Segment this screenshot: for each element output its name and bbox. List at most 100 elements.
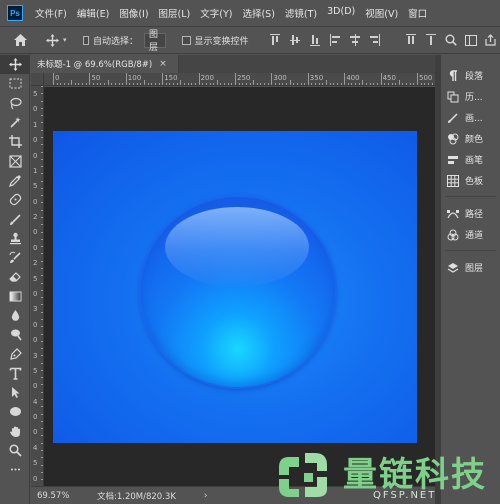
menu-layer[interactable]: 图层(L) (159, 6, 191, 20)
brush-tool[interactable] (0, 209, 30, 228)
lasso-tool[interactable] (0, 94, 30, 113)
ruler-label: 400 (346, 74, 360, 82)
show-transform-option[interactable]: 显示变换控件 (181, 34, 249, 47)
ruler-label: 350 (309, 74, 324, 82)
vertical-ruler[interactable]: 5 0 1 0 0 1 5 0 2 0 0 2 5 0 3 0 0 3 5 0 4 0 0 4 5 0 (31, 86, 44, 486)
paragraph-icon (446, 69, 459, 82)
blur-tool[interactable] (0, 306, 30, 325)
show-transform-label: 显示变换控件 (194, 36, 249, 47)
align-top-icon[interactable] (269, 34, 280, 46)
hand-tool[interactable] (0, 422, 30, 441)
healing-brush-tool[interactable] (0, 190, 30, 209)
shape-tool[interactable] (0, 402, 30, 421)
eyedropper-tool[interactable] (0, 171, 30, 190)
photoshop-logo[interactable]: Ps (7, 5, 23, 21)
align-right-icon[interactable] (369, 34, 380, 46)
panel-history[interactable]: 历... (441, 86, 500, 107)
document-info: 文档:1.20M/820.3K (97, 491, 176, 502)
menu-file[interactable]: 文件(F) (35, 6, 67, 20)
auto-select-option[interactable]: 自动选择： 图层 (82, 30, 166, 53)
ruler-minor-tick (165, 83, 167, 85)
align-left-icon[interactable] (329, 34, 340, 46)
panel-swatches[interactable]: 色板 (441, 170, 500, 191)
ruler-label: 1 (33, 166, 38, 175)
marquee-icon (9, 78, 21, 89)
align-hcenter-icon[interactable] (349, 34, 360, 46)
menu-image[interactable]: 图像(I) (119, 6, 148, 20)
search-icon[interactable] (444, 33, 458, 47)
quick-select-tool[interactable] (0, 113, 30, 132)
ruler-label: 5 (33, 459, 38, 468)
clone-stamp-tool[interactable] (0, 229, 30, 248)
menu-view[interactable]: 视图(V) (365, 6, 398, 20)
ruler-minor-tick (409, 83, 411, 85)
ruler-minor-tick (93, 83, 95, 85)
panel-paragraph[interactable]: 段落 (441, 65, 500, 86)
menu-3d[interactable]: 3D(D) (327, 6, 355, 20)
menu-window[interactable]: 窗口 (408, 6, 427, 20)
panel-color[interactable]: 颜色 (441, 128, 500, 149)
dodge-tool[interactable] (0, 325, 30, 344)
type-tool[interactable] (0, 364, 30, 383)
close-icon[interactable]: × (159, 59, 167, 69)
move-tool-preset[interactable]: ▾ (43, 32, 67, 48)
ruler-minor-tick (245, 83, 247, 85)
ruler-minor-tick (256, 83, 258, 85)
ruler-minor-tick (260, 83, 262, 85)
menu-filter[interactable]: 滤镜(T) (285, 6, 317, 20)
path-selection-tool[interactable] (0, 383, 30, 402)
ruler-minor-tick (366, 83, 368, 85)
auto-select-dropdown[interactable]: 图层 (144, 30, 166, 53)
document-canvas[interactable] (53, 131, 417, 443)
zoom-level[interactable]: 69.57% (37, 491, 89, 501)
swatches-icon (446, 174, 459, 187)
chevron-right-icon[interactable]: › (204, 491, 208, 501)
horizontal-ruler[interactable]: 0 50 100 150 200 250 300 350 400 450 500 (44, 73, 435, 86)
ruler-major-tick (271, 73, 273, 85)
more-tools[interactable] (0, 460, 30, 479)
ruler-label: 0 (33, 290, 38, 298)
crop-tool[interactable] (0, 132, 30, 151)
ruler-minor-tick (213, 83, 215, 85)
panel-brush-settings[interactable]: 画... (441, 107, 500, 128)
share-icon[interactable] (484, 33, 498, 47)
distribute-top-icon[interactable] (425, 34, 436, 46)
gradient-tool[interactable] (0, 287, 30, 306)
panel-layers[interactable]: 图层 (441, 257, 500, 278)
canvas-pasteboard[interactable] (44, 87, 435, 486)
distribute-icon[interactable] (405, 34, 416, 46)
ruler-minor-tick (180, 80, 182, 85)
home-icon[interactable] (14, 32, 27, 48)
show-transform-checkbox[interactable] (181, 35, 191, 45)
menu-edit[interactable]: 编辑(E) (77, 6, 109, 20)
ruler-label: 2 (33, 259, 38, 268)
ruler-minor-tick (282, 83, 284, 85)
gradient-icon (9, 291, 21, 302)
align-vcenter-icon[interactable] (289, 34, 300, 46)
frame-tool[interactable] (0, 151, 30, 170)
color-icon (446, 132, 459, 145)
ruler-minor-tick (122, 83, 124, 85)
eraser-tool[interactable] (0, 267, 30, 286)
document-tab[interactable]: 未标题-1 @ 69.6%(RGB/8#) × (31, 55, 179, 73)
ruler-minor-tick (293, 83, 295, 85)
pen-icon (9, 347, 22, 360)
brush-panel-icon (446, 111, 459, 124)
panel-brushes[interactable]: 画笔 (441, 149, 500, 170)
history-brush-icon (9, 251, 21, 264)
panel-paths[interactable]: 路径 (441, 203, 500, 224)
panel-divider (445, 245, 496, 251)
document-tab-title: 未标题-1 @ 69.6%(RGB/8#) (37, 60, 153, 70)
align-bottom-icon[interactable] (309, 34, 320, 46)
menu-select[interactable]: 选择(S) (242, 6, 274, 20)
menu-type[interactable]: 文字(Y) (200, 6, 232, 20)
history-brush-tool[interactable] (0, 248, 30, 267)
marquee-tool[interactable] (0, 74, 30, 93)
auto-select-checkbox[interactable] (82, 35, 89, 45)
move-tool[interactable] (0, 55, 30, 75)
ruler-origin[interactable] (31, 73, 44, 86)
zoom-tool[interactable] (0, 441, 30, 460)
pen-tool[interactable] (0, 344, 30, 363)
workspace-icon[interactable] (464, 33, 478, 47)
panel-channels[interactable]: 通道 (441, 224, 500, 245)
